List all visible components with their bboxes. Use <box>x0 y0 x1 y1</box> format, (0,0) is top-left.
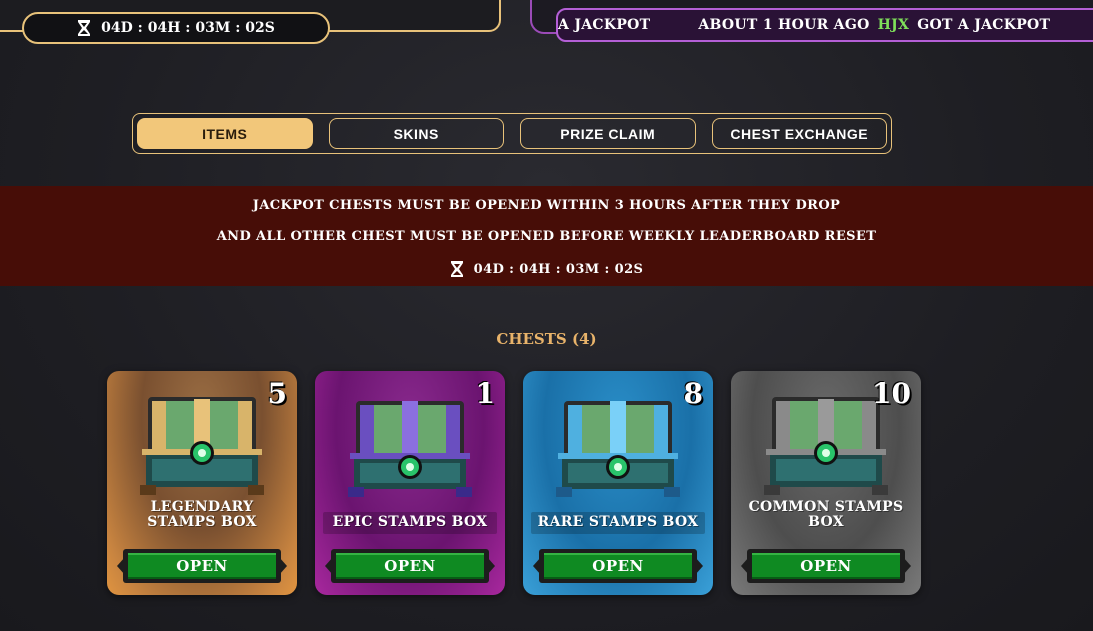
open-button-epic[interactable]: OPEN <box>325 547 495 585</box>
tab-skins[interactable]: SKINS <box>328 118 504 149</box>
jackpot-ticker: A JACKPOT ABOUT 1 HOUR AGO HJX GOT A JAC… <box>556 8 1093 42</box>
notice-timer-text: 04D : 04H : 03M : 02S <box>473 261 644 277</box>
notice-banner: JACKPOT CHESTS MUST BE OPENED WITHIN 3 H… <box>0 186 1093 286</box>
open-button-legendary[interactable]: OPEN <box>117 547 287 585</box>
chest-card-common: 10 COMMON STAMPS BOX OPEN <box>731 371 921 595</box>
hourglass-icon <box>450 261 463 277</box>
ticker-text: A JACKPOT <box>558 17 651 33</box>
open-button-label: OPEN <box>544 553 692 579</box>
ticker-text: GOT A JACKPOT <box>917 17 1051 33</box>
chest-name: RARE STAMPS BOX <box>537 514 699 530</box>
chest-name: EPIC STAMPS BOX <box>332 514 488 530</box>
chest-name: COMMON STAMPS BOX <box>748 499 904 530</box>
open-button-label: OPEN <box>128 553 276 579</box>
tab-prize-claim[interactable]: PRIZE CLAIM <box>520 118 696 149</box>
open-button-label: OPEN <box>336 553 484 579</box>
chest-count: 1 <box>475 377 495 410</box>
legendary-chest-icon <box>140 397 264 495</box>
chest-card-epic: 1 EPIC STAMPS BOX OPEN <box>315 371 505 595</box>
ticker-username[interactable]: HJX <box>878 17 910 33</box>
event-timer-text: 04D : 04H : 03M : 02S <box>101 20 275 36</box>
notice-line-2: AND ALL OTHER CHEST MUST BE OPENED BEFOR… <box>216 229 877 244</box>
hourglass-icon <box>78 20 91 36</box>
open-button-label: OPEN <box>752 553 900 579</box>
chest-name: LEGENDARY STAMPS BOX <box>147 499 257 530</box>
chest-card-legendary: 5 LEGENDARY STAMPS BOX OPEN <box>107 371 297 595</box>
open-button-rare[interactable]: OPEN <box>533 547 703 585</box>
tab-items[interactable]: ITEMS <box>137 118 313 149</box>
notice-line-1: JACKPOT CHESTS MUST BE OPENED WITHIN 3 H… <box>252 198 841 213</box>
chest-count: 10 <box>872 377 911 410</box>
inventory-tabs: ITEMS SKINS PRIZE CLAIM CHEST EXCHANGE <box>132 113 892 154</box>
open-button-common[interactable]: OPEN <box>741 547 911 585</box>
chests-title: CHESTS (4) <box>496 330 597 348</box>
chest-count: 5 <box>267 377 287 410</box>
tab-chest-exchange[interactable]: CHEST EXCHANGE <box>711 118 887 149</box>
epic-chest-icon <box>348 401 472 497</box>
notice-timer: 04D : 04H : 03M : 02S <box>0 260 1093 278</box>
event-timer: 04D : 04H : 03M : 02S <box>22 12 330 44</box>
ticker-text: ABOUT 1 HOUR AGO <box>698 17 870 33</box>
chest-count: 8 <box>683 377 703 410</box>
chest-card-rare: 8 RARE STAMPS BOX OPEN <box>523 371 713 595</box>
rare-chest-icon <box>556 401 680 497</box>
